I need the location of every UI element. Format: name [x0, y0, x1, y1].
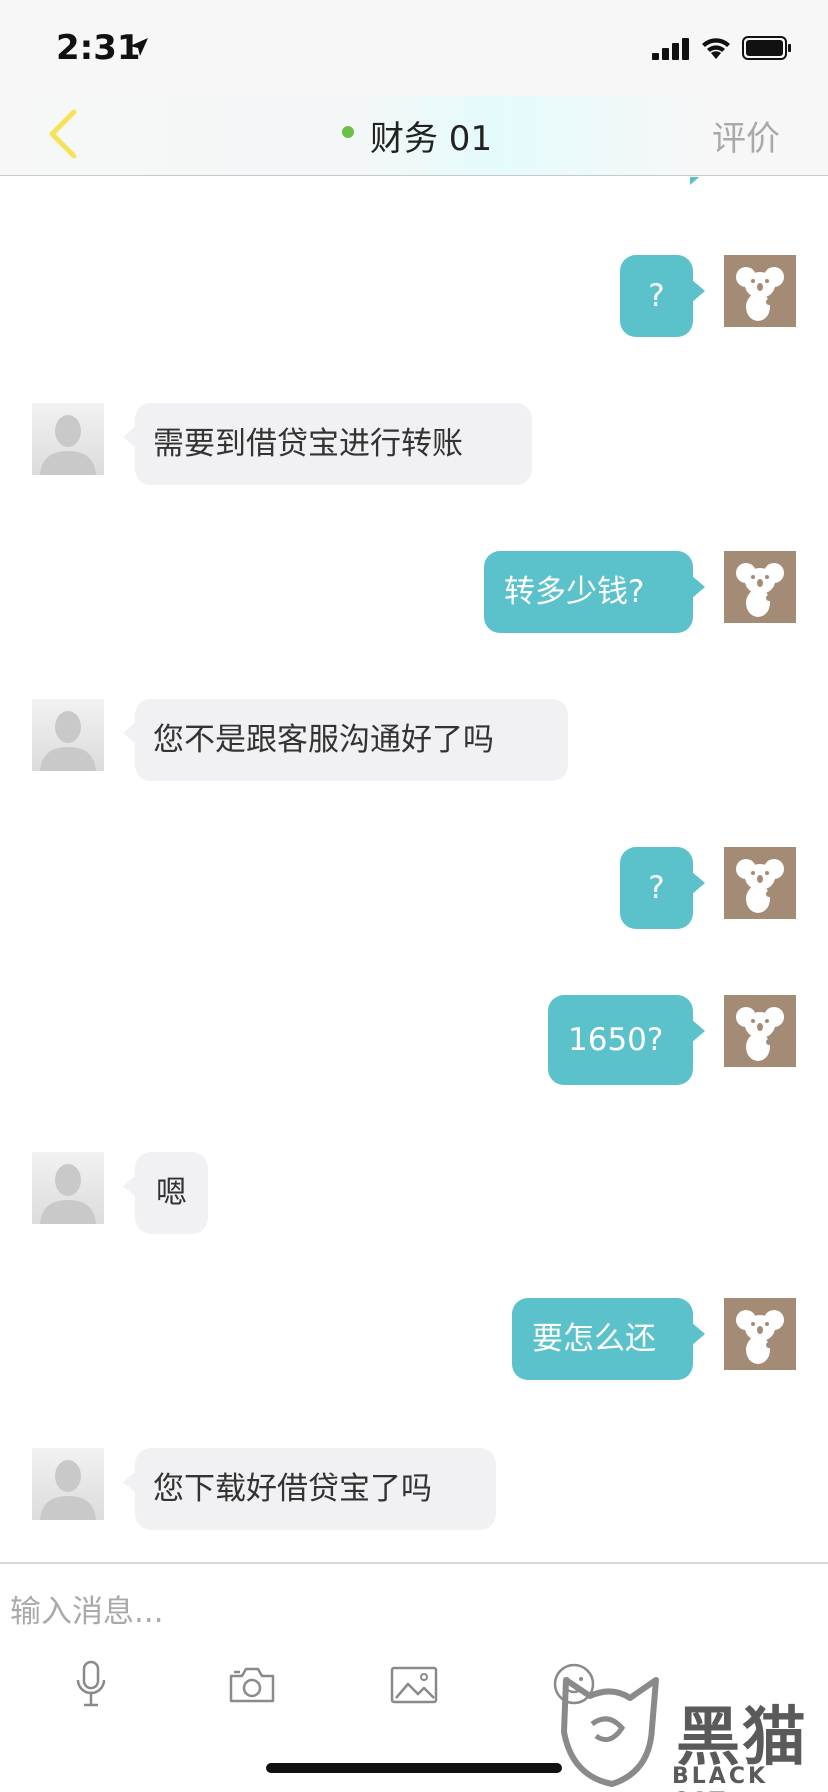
microphone-icon[interactable]	[74, 1660, 108, 1710]
message-bubble-sent[interactable]: 转多少钱?	[484, 551, 705, 633]
rate-button[interactable]: 评价	[712, 111, 780, 160]
koala-icon	[736, 859, 784, 913]
message-bubble-sent[interactable]: 1650?	[548, 995, 705, 1085]
koala-icon	[736, 1007, 784, 1061]
message-text: ?	[648, 278, 665, 314]
agent-avatar[interactable]	[32, 1152, 104, 1224]
person-placeholder-icon	[40, 711, 96, 771]
koala-icon	[736, 1310, 784, 1364]
user-avatar[interactable]	[724, 551, 796, 623]
agent-avatar[interactable]	[32, 403, 104, 475]
message-bubble-sent[interactable]: ?	[620, 847, 705, 929]
home-indicator[interactable]	[266, 1763, 562, 1773]
koala-icon	[736, 563, 784, 617]
user-avatar[interactable]	[724, 255, 796, 327]
back-chevron-icon[interactable]	[44, 106, 84, 162]
koala-icon	[736, 267, 784, 321]
location-arrow-icon	[130, 38, 148, 56]
chat-title: 财务 01	[370, 119, 493, 159]
message-text: 1650?	[568, 1022, 664, 1058]
person-placeholder-icon	[40, 1460, 96, 1520]
image-icon[interactable]	[390, 1666, 438, 1704]
person-placeholder-icon	[40, 1164, 96, 1224]
message-text: 嗯	[156, 1175, 187, 1211]
cellular-signal-icon	[652, 38, 689, 60]
person-placeholder-icon	[40, 415, 96, 475]
message-text: ?	[648, 870, 665, 906]
user-avatar[interactable]	[724, 847, 796, 919]
message-bubble-sent[interactable]: ?	[620, 255, 705, 337]
navigation-bar: 财务 01 评价	[0, 96, 828, 176]
user-avatar[interactable]	[724, 1298, 796, 1370]
status-bar: 2:31	[0, 0, 828, 96]
message-input[interactable]	[10, 1582, 810, 1642]
battery-icon	[742, 36, 791, 60]
message-text: 转多少钱?	[504, 574, 645, 610]
message-text: 您下载好借贷宝了吗	[153, 1471, 432, 1507]
watermark-subtitle: BLACK CAT	[672, 1764, 769, 1792]
camera-icon[interactable]	[228, 1666, 276, 1704]
chat-message-list[interactable]: ? 需要到借贷宝进行转账 转多少钱? 您不是跟客服沟通好了吗 ? 1650? 嗯…	[0, 177, 828, 1562]
wifi-icon	[702, 38, 730, 59]
agent-avatar[interactable]	[32, 699, 104, 771]
online-status-dot	[342, 126, 354, 138]
message-text: 需要到借贷宝进行转账	[153, 426, 463, 462]
message-bubble-sent[interactable]: 要怎么还	[512, 1298, 705, 1380]
message-bubble-received[interactable]: 您不是跟客服沟通好了吗	[123, 699, 568, 781]
message-text: 您不是跟客服沟通好了吗	[153, 722, 494, 758]
user-avatar[interactable]	[724, 995, 796, 1067]
message-text: 要怎么还	[532, 1321, 656, 1357]
agent-avatar[interactable]	[32, 1448, 104, 1520]
message-bubble-received[interactable]: 嗯	[123, 1152, 208, 1234]
message-bubble-received[interactable]: 需要到借贷宝进行转账	[123, 403, 532, 485]
message-bubble-received[interactable]: 您下载好借贷宝了吗	[123, 1448, 496, 1530]
